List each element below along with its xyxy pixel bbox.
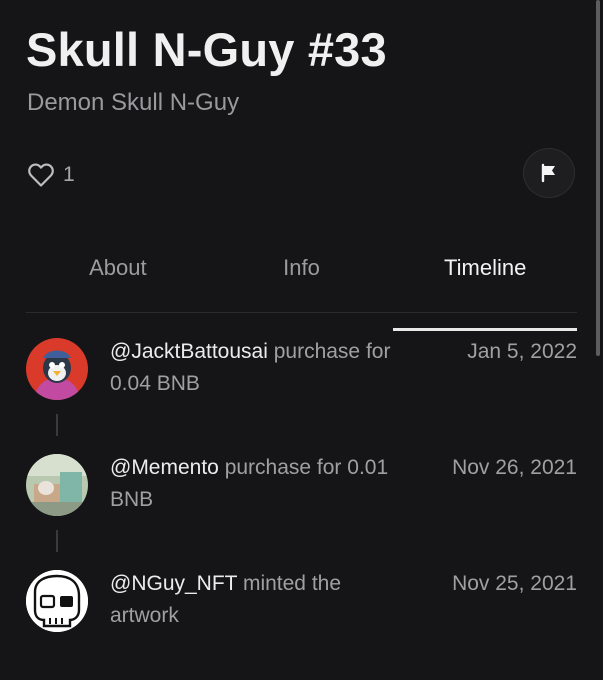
collection-subtitle: Demon Skull N-Guy	[27, 89, 240, 116]
timeline-connector	[56, 530, 58, 552]
username-link[interactable]: @NGuy_NFT	[110, 572, 237, 595]
timeline-entry: @NGuy_NFT minted the artwork Nov 25, 202…	[26, 562, 577, 672]
timeline-description: @JacktBattousai purchase for 0.04 BNB	[110, 336, 410, 400]
timeline-entry: @Memento purchase for 0.01 BNB Nov 26, 2…	[26, 446, 577, 556]
timeline-date: Nov 25, 2021	[452, 572, 577, 595]
tab-info[interactable]: Info	[210, 242, 394, 312]
avatar[interactable]	[26, 338, 88, 400]
username-link[interactable]: @JacktBattousai	[110, 340, 268, 363]
scrollbar[interactable]	[596, 0, 600, 356]
heart-icon	[27, 161, 55, 189]
like-count: 1	[63, 163, 75, 186]
timeline-date: Jan 5, 2022	[467, 340, 577, 363]
page-title: Skull N-Guy #33	[26, 23, 387, 76]
timeline-connector	[56, 414, 58, 436]
timeline-date: Nov 26, 2021	[452, 456, 577, 479]
username-link[interactable]: @Memento	[110, 456, 219, 479]
avatar[interactable]	[26, 570, 88, 632]
tab-bar: About Info Timeline	[26, 242, 577, 331]
flag-icon	[539, 163, 559, 183]
report-button[interactable]	[523, 148, 575, 198]
timeline-description: @NGuy_NFT minted the artwork	[110, 568, 410, 632]
tab-about[interactable]: About	[26, 242, 210, 312]
avatar[interactable]	[26, 454, 88, 516]
like-button[interactable]: 1	[27, 160, 75, 190]
timeline-description: @Memento purchase for 0.01 BNB	[110, 452, 410, 516]
timeline-entry: @JacktBattousai purchase for 0.04 BNB Ja…	[26, 330, 577, 440]
tab-timeline[interactable]: Timeline	[393, 242, 577, 331]
